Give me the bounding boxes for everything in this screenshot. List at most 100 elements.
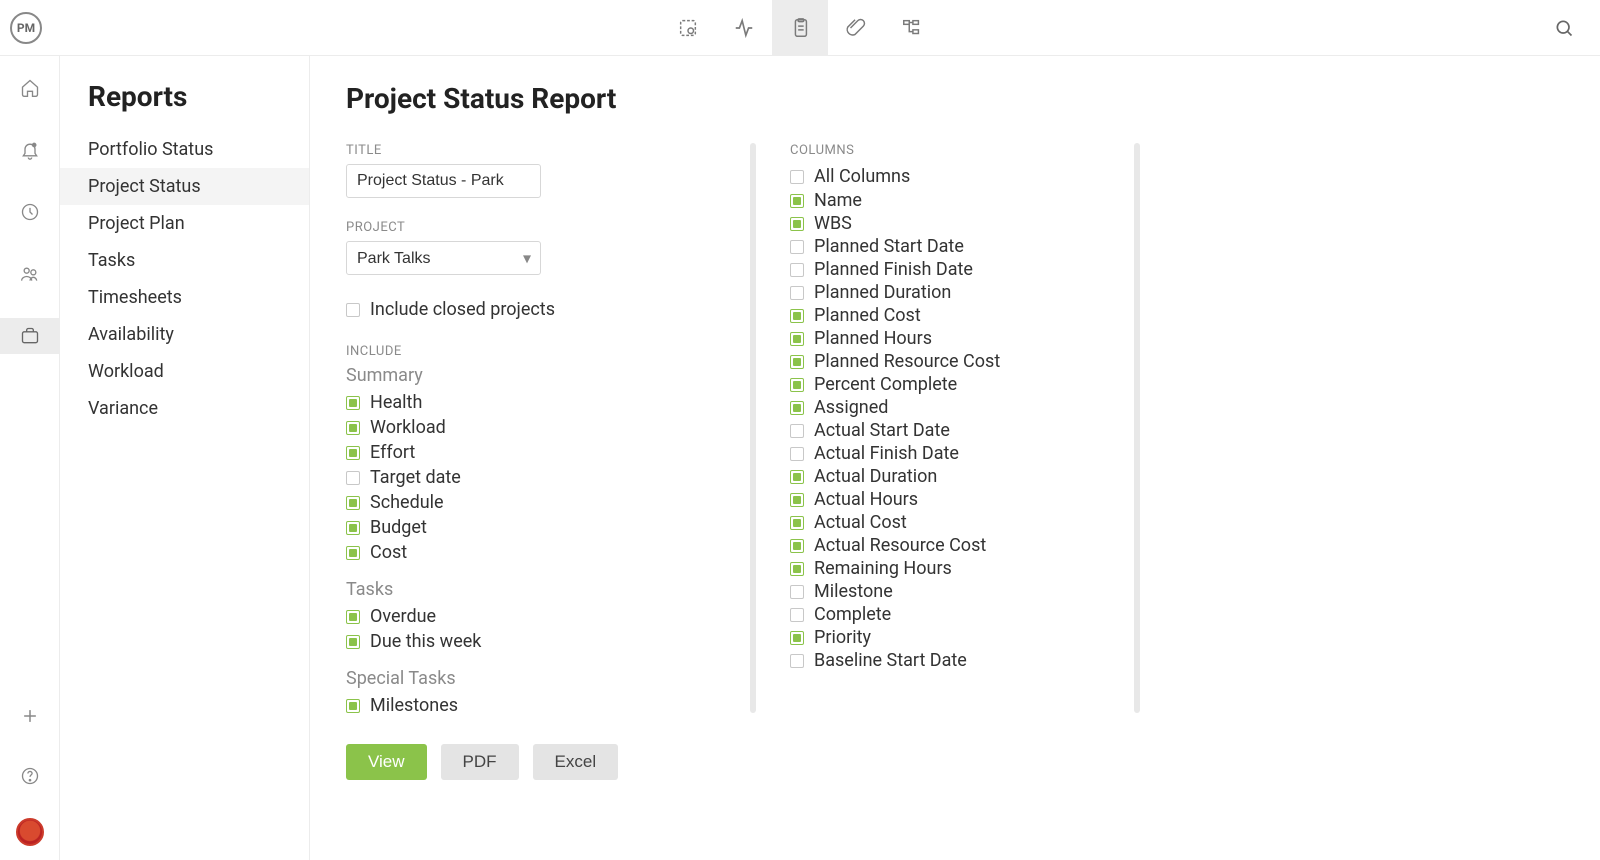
nav-help-icon[interactable] (0, 758, 60, 794)
sidebar-item-timesheets[interactable]: Timesheets (60, 279, 309, 316)
all-columns-checkbox[interactable]: All Columns (790, 164, 1130, 189)
checkbox-actual-finish-date[interactable]: Actual Finish Date (790, 442, 1130, 465)
pdf-button[interactable]: PDF (441, 744, 519, 780)
checkbox-label: Milestone (814, 581, 893, 602)
sidebar-item-availability[interactable]: Availability (60, 316, 309, 353)
project-select[interactable]: Park Talks (346, 241, 541, 275)
nav-add-icon[interactable] (0, 698, 60, 734)
checkbox-due-this-week[interactable]: Due this week (346, 629, 746, 654)
sidebar-item-tasks[interactable]: Tasks (60, 242, 309, 279)
summary-heading: Summary (346, 365, 746, 386)
checkbox-workload[interactable]: Workload (346, 415, 746, 440)
checkbox-icon (790, 608, 804, 622)
checkbox-label: Actual Hours (814, 489, 918, 510)
checkbox-icon (346, 446, 360, 460)
checkbox-actual-cost[interactable]: Actual Cost (790, 511, 1130, 534)
view-activity-icon[interactable] (716, 0, 772, 56)
checkbox-percent-complete[interactable]: Percent Complete (790, 373, 1130, 396)
checkbox-effort[interactable]: Effort (346, 440, 746, 465)
all-columns-label: All Columns (814, 166, 910, 187)
checkbox-name[interactable]: Name (790, 189, 1130, 212)
checkbox-planned-duration[interactable]: Planned Duration (790, 281, 1130, 304)
checkbox-label: Cost (370, 542, 407, 563)
tasks-heading: Tasks (346, 579, 746, 600)
sidebar-item-portfolio-status[interactable]: Portfolio Status (60, 131, 309, 168)
checkbox-label: Actual Start Date (814, 420, 950, 441)
checkbox-target-date[interactable]: Target date (346, 465, 746, 490)
view-overview-icon[interactable] (660, 0, 716, 56)
checkbox-label: Overdue (370, 606, 436, 627)
checkbox-overdue[interactable]: Overdue (346, 604, 746, 629)
excel-button[interactable]: Excel (533, 744, 619, 780)
checkbox-planned-hours[interactable]: Planned Hours (790, 327, 1130, 350)
view-attachments-icon[interactable] (828, 0, 884, 56)
nav-people-icon[interactable] (0, 256, 60, 292)
checkbox-icon (346, 521, 360, 535)
checkbox-planned-finish-date[interactable]: Planned Finish Date (790, 258, 1130, 281)
nav-recent-icon[interactable] (0, 194, 60, 230)
checkbox-priority[interactable]: Priority (790, 626, 1130, 649)
scrollbar[interactable] (750, 143, 756, 713)
checkbox-planned-start-date[interactable]: Planned Start Date (790, 235, 1130, 258)
checkbox-assigned[interactable]: Assigned (790, 396, 1130, 419)
checkbox-actual-resource-cost[interactable]: Actual Resource Cost (790, 534, 1130, 557)
checkbox-cost[interactable]: Cost (346, 540, 746, 565)
checkbox-label: Planned Resource Cost (814, 351, 1000, 372)
view-reports-icon[interactable] (772, 0, 828, 56)
nav-portfolio-icon[interactable] (0, 318, 60, 354)
sidebar-item-project-status[interactable]: Project Status (60, 168, 309, 205)
checkbox-health[interactable]: Health (346, 390, 746, 415)
checkbox-label: Assigned (814, 397, 888, 418)
checkbox-icon (790, 286, 804, 300)
app-logo: PM (10, 12, 42, 44)
checkbox-label: WBS (814, 213, 852, 234)
checkbox-actual-hours[interactable]: Actual Hours (790, 488, 1130, 511)
checkbox-icon (790, 401, 804, 415)
checkbox-icon (346, 396, 360, 410)
checkbox-icon (790, 447, 804, 461)
checkbox-icon (346, 421, 360, 435)
checkbox-icon (346, 303, 360, 317)
checkbox-remaining-hours[interactable]: Remaining Hours (790, 557, 1130, 580)
checkbox-icon (790, 470, 804, 484)
checkbox-icon (790, 539, 804, 553)
sidebar-title: Reports (60, 80, 309, 131)
checkbox-icon (790, 516, 804, 530)
checkbox-icon (790, 493, 804, 507)
checkbox-icon (790, 240, 804, 254)
sidebar-item-workload[interactable]: Workload (60, 353, 309, 390)
checkbox-icon (790, 217, 804, 231)
user-avatar[interactable] (16, 818, 44, 846)
search-icon[interactable] (1544, 8, 1584, 48)
checkbox-wbs[interactable]: WBS (790, 212, 1130, 235)
checkbox-icon (790, 562, 804, 576)
checkbox-milestones[interactable]: Milestones (346, 693, 746, 718)
include-section-label: INCLUDE (346, 344, 746, 359)
scrollbar[interactable] (1134, 143, 1140, 713)
checkbox-icon (346, 471, 360, 485)
title-input[interactable] (346, 164, 541, 198)
checkbox-baseline-start-date[interactable]: Baseline Start Date (790, 649, 1130, 672)
checkbox-milestone[interactable]: Milestone (790, 580, 1130, 603)
checkbox-schedule[interactable]: Schedule (346, 490, 746, 515)
checkbox-label: Planned Hours (814, 328, 932, 349)
nav-notifications-icon[interactable] (0, 132, 60, 168)
title-field-label: TITLE (346, 143, 746, 158)
sidebar-item-project-plan[interactable]: Project Plan (60, 205, 309, 242)
checkbox-complete[interactable]: Complete (790, 603, 1130, 626)
sidebar-item-variance[interactable]: Variance (60, 390, 309, 427)
view-hierarchy-icon[interactable] (884, 0, 940, 56)
checkbox-actual-duration[interactable]: Actual Duration (790, 465, 1130, 488)
checkbox-actual-start-date[interactable]: Actual Start Date (790, 419, 1130, 442)
include-closed-label: Include closed projects (370, 299, 555, 320)
checkbox-budget[interactable]: Budget (346, 515, 746, 540)
checkbox-icon (790, 332, 804, 346)
columns-section-label: COLUMNS (790, 143, 1130, 158)
checkbox-planned-cost[interactable]: Planned Cost (790, 304, 1130, 327)
include-closed-checkbox[interactable]: Include closed projects (346, 297, 746, 322)
checkbox-icon (346, 610, 360, 624)
checkbox-label: Schedule (370, 492, 444, 513)
checkbox-planned-resource-cost[interactable]: Planned Resource Cost (790, 350, 1130, 373)
view-button[interactable]: View (346, 744, 427, 780)
nav-home-icon[interactable] (0, 70, 60, 106)
